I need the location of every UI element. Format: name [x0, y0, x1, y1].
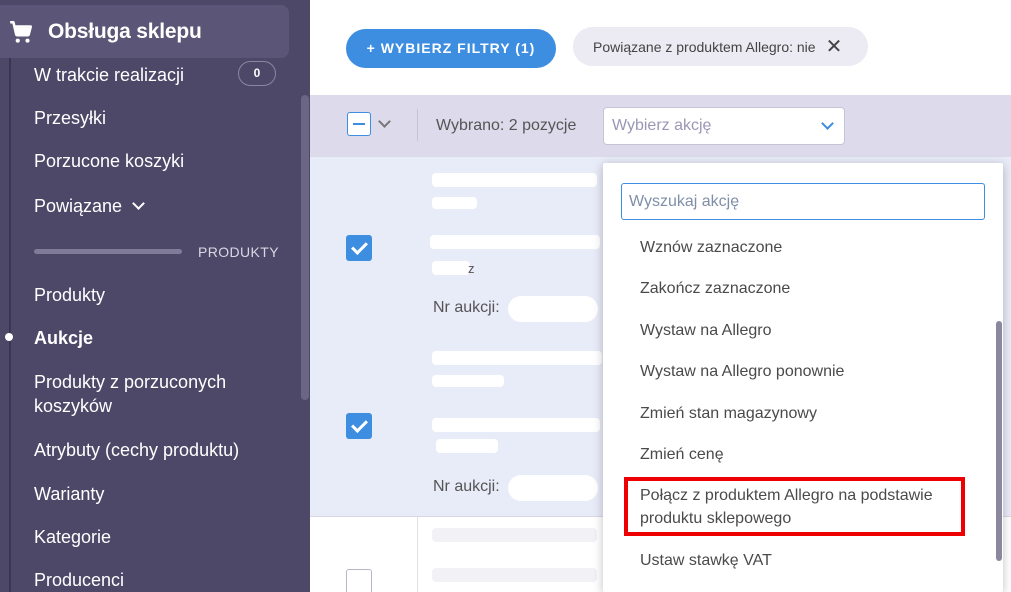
- sidebar-item-producers[interactable]: Producenci: [34, 568, 124, 592]
- sidebar-title: Obsługa sklepu: [48, 19, 202, 43]
- sidebar-item-products[interactable]: Produkty: [34, 283, 105, 307]
- chevron-down-icon[interactable]: [378, 115, 391, 128]
- sidebar-item-related[interactable]: Powiązane: [34, 194, 145, 218]
- redacted-text: [432, 528, 597, 542]
- active-filter-chip: Powiązane z produktem Allegro: nie ✕: [573, 27, 868, 66]
- redacted-text: [432, 261, 470, 275]
- redacted-auction-number: [508, 475, 598, 501]
- action-option[interactable]: Wystaw na Allegro ponownie: [640, 360, 844, 383]
- sidebar-item-related-label: Powiązane: [34, 196, 123, 216]
- sidebar: Obsługa sklepu W trakcie realizacji 0 Pr…: [0, 0, 310, 592]
- text-fragment: z: [468, 261, 475, 276]
- selected-count-text: Wybrano: 2 pozycje: [436, 117, 577, 134]
- action-dropdown-menu: Wyszukaj akcję Wznów zaznaczone Zakończ …: [603, 163, 1003, 592]
- action-select[interactable]: Wybierz akcję: [603, 107, 845, 145]
- column-divider: [417, 517, 418, 592]
- sidebar-item-abandoned-carts[interactable]: Porzucone koszyki: [34, 149, 184, 173]
- sidebar-item-categories[interactable]: Kategorie: [34, 525, 111, 549]
- select-all-checkbox[interactable]: [347, 112, 371, 136]
- auction-number-label: Nr aukcji:: [433, 299, 500, 316]
- redacted-text: [432, 568, 597, 582]
- action-search-input[interactable]: Wyszukaj akcję: [621, 183, 985, 220]
- redacted-auction-number: [508, 296, 598, 322]
- action-option[interactable]: Zakończ zaznaczone: [640, 277, 790, 300]
- action-option[interactable]: Zmień cenę: [640, 443, 724, 466]
- action-option[interactable]: Zmień stan magazynowy: [640, 402, 817, 425]
- filter-chip-label: Powiązane z produktem Allegro: nie: [593, 38, 816, 55]
- action-option[interactable]: Wystaw na Allegro: [640, 319, 771, 342]
- bulk-action-bar: Wybrano: 2 pozycje Wybierz akcję: [310, 95, 1011, 157]
- section-divider: [34, 249, 182, 254]
- redacted-text: [432, 375, 504, 387]
- sidebar-item-in-progress[interactable]: W trakcie realizacji: [34, 63, 184, 87]
- in-progress-count-badge: 0: [238, 61, 276, 86]
- action-select-placeholder: Wybierz akcję: [612, 117, 712, 134]
- redacted-text: [430, 235, 600, 249]
- chevron-down-icon: [821, 117, 834, 130]
- shopping-cart-icon: [10, 20, 33, 43]
- sidebar-item-abandoned-cart-products[interactable]: Produkty z porzuconych koszyków: [34, 370, 274, 418]
- dropdown-scrollbar[interactable]: [996, 321, 1002, 561]
- redacted-text: [432, 173, 597, 187]
- select-filters-button[interactable]: + WYBIERZ FILTRY (1): [346, 29, 556, 68]
- redacted-text: [432, 197, 477, 209]
- redacted-text: [432, 418, 600, 432]
- highlight-box: [624, 477, 965, 536]
- chevron-down-icon: [132, 197, 145, 210]
- active-indicator-dot: [5, 333, 13, 341]
- close-icon[interactable]: ✕: [826, 37, 843, 57]
- row-checkbox[interactable]: [346, 235, 372, 261]
- section-label-products: PRODUKTY: [198, 244, 279, 260]
- sidebar-scrollbar[interactable]: [301, 95, 309, 400]
- action-option[interactable]: Ustaw stawkę VAT: [640, 549, 772, 572]
- sidebar-section-header[interactable]: Obsługa sklepu: [0, 5, 289, 58]
- row-checkbox[interactable]: [346, 413, 372, 439]
- redacted-text: [436, 439, 498, 453]
- divider: [417, 109, 418, 141]
- sidebar-item-auctions[interactable]: Aukcje: [34, 326, 93, 350]
- sidebar-item-shipments[interactable]: Przesyłki: [34, 106, 106, 130]
- sidebar-item-variants[interactable]: Warianty: [34, 482, 104, 506]
- nav-tree-line: [9, 58, 11, 592]
- redacted-text: [432, 351, 602, 365]
- row-checkbox[interactable]: [346, 569, 372, 592]
- sidebar-item-attributes[interactable]: Atrybuty (cechy produktu): [34, 438, 239, 462]
- action-option[interactable]: Wznów zaznaczone: [640, 236, 782, 259]
- auction-number-label: Nr aukcji:: [433, 478, 500, 495]
